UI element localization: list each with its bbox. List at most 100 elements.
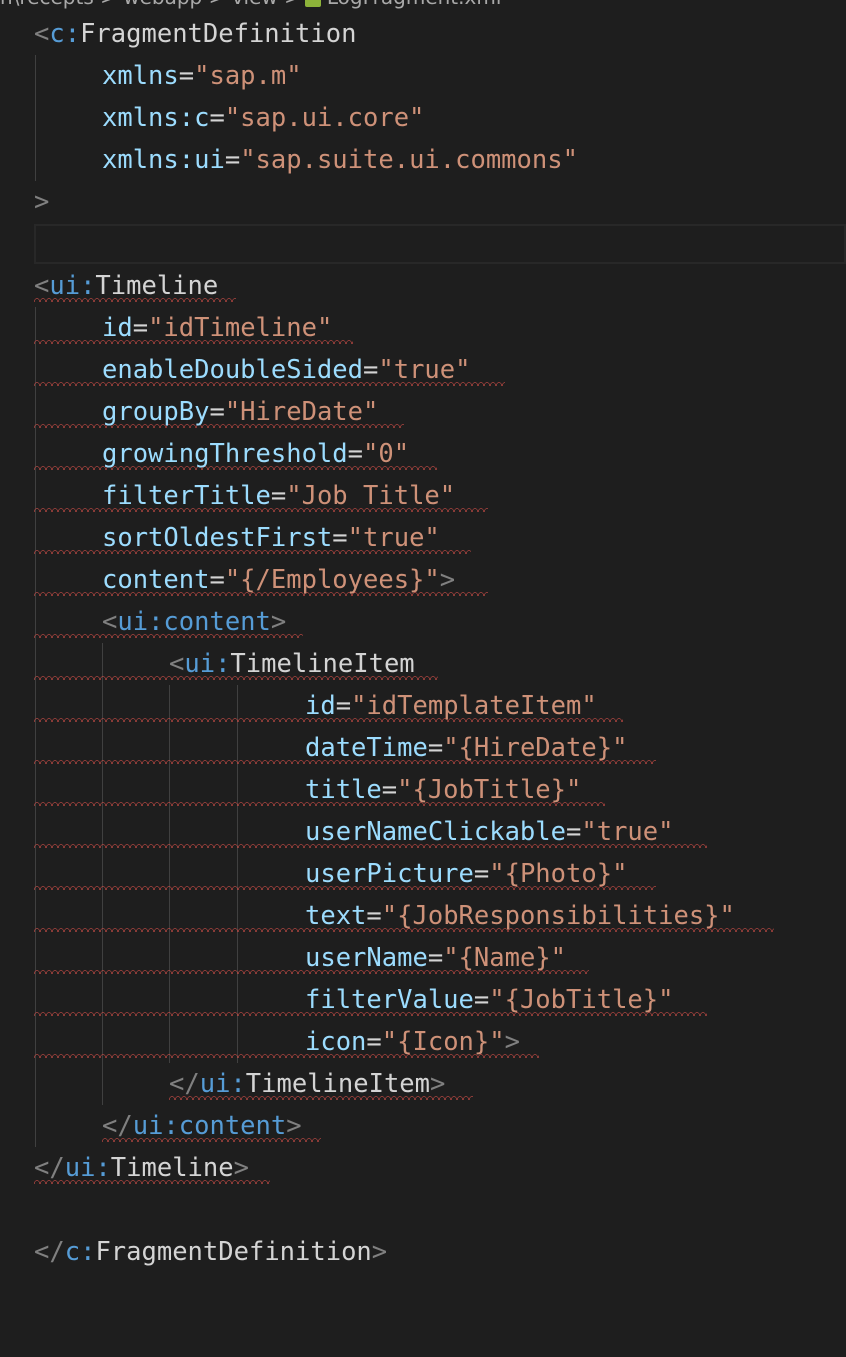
code-line[interactable]: text="{JobResponsibilities}" — [0, 895, 846, 937]
attribute-value: "true" — [347, 523, 440, 553]
code-line[interactable]: </ui:Timeline> — [0, 1147, 846, 1189]
code-line[interactable]: sortOldestFirst="true" — [0, 517, 846, 559]
attribute-value: "idTemplateItem" — [351, 691, 597, 721]
attribute-name: text — [305, 901, 367, 931]
tag-name: TimelineItem — [245, 1069, 431, 1099]
attribute-name: title — [305, 775, 382, 805]
attribute-value: "true" — [378, 355, 471, 385]
tag-namespace: ui: — [199, 1069, 246, 1099]
attribute-value: "Job Title" — [286, 481, 456, 511]
attribute-name: xmlns — [102, 61, 179, 91]
code-line[interactable]: userNameClickable="true" — [0, 811, 846, 853]
code-line[interactable]: userName="{Name}" — [0, 937, 846, 979]
equals-sign: = — [178, 61, 195, 91]
indent-guide — [102, 1063, 103, 1105]
tag-namespace: ui:content — [117, 607, 271, 637]
tag-name: Timeline — [95, 271, 219, 301]
equals-sign: = — [366, 901, 382, 931]
tag-namespace: ui: — [49, 271, 96, 301]
tag-name: Timeline — [110, 1153, 234, 1183]
code-line[interactable]: groupBy="HireDate" — [0, 391, 846, 433]
code-line[interactable]: </ui:content> — [0, 1105, 846, 1147]
attribute-name: growingThreshold — [102, 439, 348, 469]
tag-namespace: ui: — [64, 1153, 111, 1183]
attribute-name: userPicture — [305, 859, 474, 889]
tag-bracket: > — [233, 1153, 249, 1183]
current-code-line[interactable] — [0, 223, 846, 265]
tag-namespace: ui:content — [132, 1111, 287, 1141]
code-line[interactable]: dateTime="{HireDate}" — [0, 727, 846, 769]
attribute-name: xmlns:ui — [102, 145, 225, 175]
attribute-value: "idTimeline" — [148, 313, 333, 343]
attribute-name: id — [102, 313, 133, 343]
code-line[interactable]: xmlns="sap.m" — [0, 55, 846, 97]
code-line[interactable]: growingThreshold="0" — [0, 433, 846, 475]
attribute-name: dateTime — [305, 733, 428, 763]
equals-sign: = — [473, 985, 490, 1015]
code-line[interactable]: </ui:TimelineItem> — [0, 1063, 846, 1105]
equals-sign: = — [363, 355, 379, 385]
attribute-name: id — [305, 691, 336, 721]
indent-guide — [35, 1063, 36, 1105]
tag-bracket: < — [34, 19, 50, 49]
tag-bracket: > — [430, 1069, 446, 1099]
code-line[interactable]: xmlns:ui="sap.suite.ui.commons" — [0, 139, 846, 181]
breadcrumb-file[interactable]: LogFragment.xml — [327, 0, 501, 9]
equals-sign: = — [332, 523, 348, 553]
code-line[interactable]: userPicture="{Photo}" — [0, 853, 846, 895]
code-editor[interactable]: <c:FragmentDefinition xmlns="sap.m" xmln… — [0, 13, 846, 1273]
attribute-value: "sap.m" — [194, 61, 302, 91]
attribute-name: userName — [305, 943, 428, 973]
equals-sign: = — [209, 565, 225, 595]
code-line[interactable]: filterTitle="Job Title" — [0, 475, 846, 517]
equals-sign: = — [209, 397, 225, 427]
code-line[interactable]: filterValue="{JobTitle}" — [0, 979, 846, 1021]
code-line[interactable]: <ui:content> — [0, 601, 846, 643]
attribute-value: "{Name}" — [443, 943, 567, 973]
code-line[interactable]: id="idTemplateItem" — [0, 685, 846, 727]
breadcrumb-path[interactable]: n\recepts > webapp > view > — [0, 0, 301, 9]
code-line[interactable]: </c:FragmentDefinition> — [0, 1231, 846, 1273]
attribute-value: "{HireDate}" — [443, 733, 628, 763]
attribute-name: enableDoubleSided — [102, 355, 363, 385]
tag-namespace: ui: — [184, 649, 231, 679]
attribute-value: "{Icon}" — [381, 1027, 505, 1057]
code-line[interactable]: title="{JobTitle}" — [0, 769, 846, 811]
tag-namespace: c: — [64, 1237, 96, 1267]
code-line[interactable]: <ui:Timeline — [0, 265, 846, 307]
code-line[interactable]: <ui:TimelineItem — [0, 643, 846, 685]
current-line-highlight — [34, 224, 846, 264]
equals-sign: = — [209, 103, 225, 133]
attribute-value: "{JobTitle}" — [489, 985, 674, 1015]
attribute-name: icon — [305, 1027, 367, 1057]
attribute-name: sortOldestFirst — [102, 523, 333, 553]
indent-guide — [35, 1105, 36, 1147]
tag-bracket: > — [371, 1237, 388, 1267]
breadcrumb[interactable]: n\recepts > webapp > view > LogFragment.x… — [0, 0, 501, 7]
attribute-name: xmlns:c — [102, 103, 210, 133]
code-line[interactable]: id="idTimeline" — [0, 307, 846, 349]
equals-sign: = — [427, 943, 444, 973]
tag-bracket: > — [504, 1027, 520, 1057]
attribute-value: "true" — [581, 817, 674, 847]
indent-guide — [35, 97, 36, 139]
tag-name: FragmentDefinition — [95, 1237, 372, 1267]
code-line[interactable]: > — [0, 181, 846, 223]
xml-file-icon — [304, 0, 321, 7]
code-line[interactable]: <c:FragmentDefinition — [0, 13, 846, 55]
code-line[interactable] — [0, 1189, 846, 1231]
tag-namespace: c: — [49, 19, 81, 49]
attribute-name: userNameClickable — [305, 817, 566, 847]
tag-bracket: > — [439, 565, 456, 595]
tag-bracket: > — [270, 607, 287, 637]
equals-sign: = — [335, 691, 352, 721]
attribute-value: "sap.suite.ui.commons" — [240, 145, 578, 175]
attribute-value: "0" — [363, 439, 410, 469]
code-line[interactable]: enableDoubleSided="true" — [0, 349, 846, 391]
tag-bracket: </ — [169, 1069, 200, 1099]
attribute-value: "HireDate" — [224, 397, 379, 427]
equals-sign: = — [473, 859, 490, 889]
code-line[interactable]: icon="{Icon}"> — [0, 1021, 846, 1063]
code-line[interactable]: content="{/Employees}"> — [0, 559, 846, 601]
code-line[interactable]: xmlns:c="sap.ui.core" — [0, 97, 846, 139]
